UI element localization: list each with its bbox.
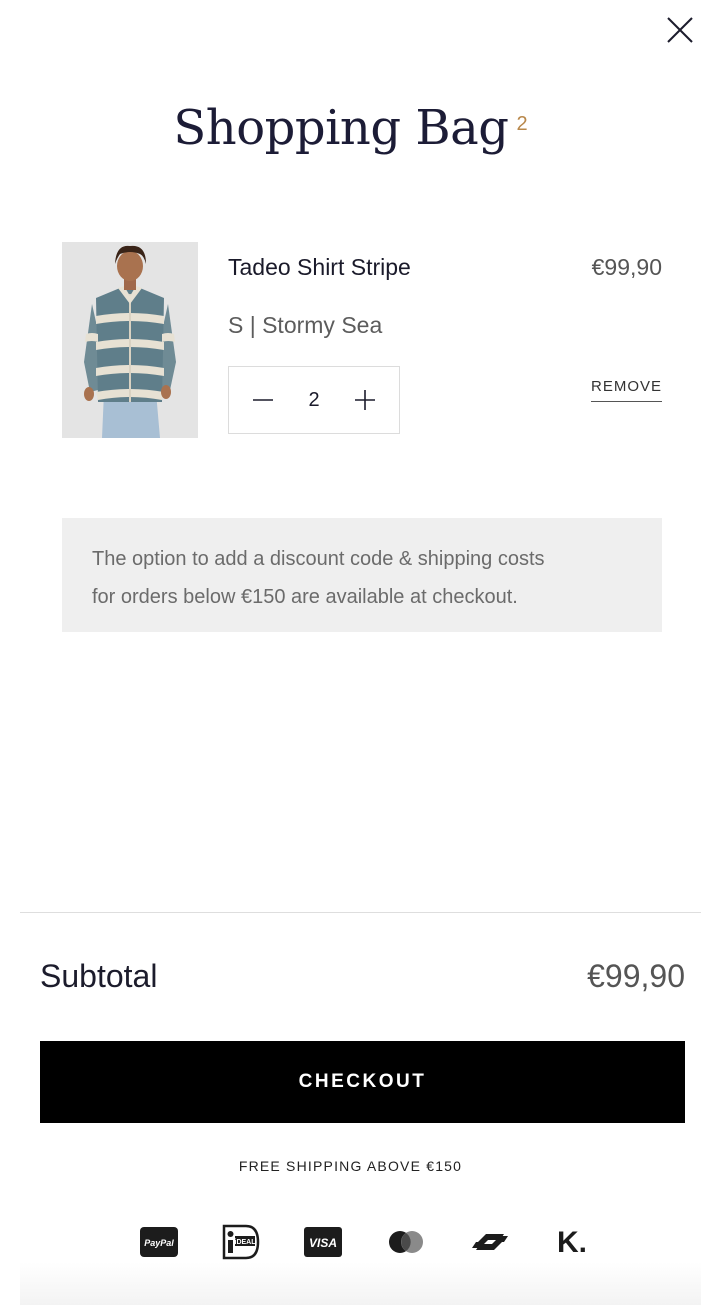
decrease-quantity-button[interactable] (251, 388, 275, 412)
page-title: Shopping Bag 2 (0, 100, 701, 156)
bancontact-icon (470, 1220, 510, 1264)
discount-notice: The option to add a discount code & ship… (62, 518, 662, 632)
product-price: €99,90 (591, 254, 662, 280)
visa-icon: VISA (304, 1220, 342, 1264)
remove-button[interactable]: REMOVE (590, 378, 662, 402)
product-name[interactable]: Tadeo Shirt Stripe (228, 254, 411, 281)
increase-quantity-button[interactable] (353, 388, 377, 412)
paypal-label: PayPal (144, 1238, 174, 1248)
ideal-icon: iDEAL (222, 1220, 260, 1264)
quantity-value: 2 (308, 388, 320, 411)
visa-label: VISA (309, 1236, 337, 1250)
subtotal-value: €99,90 (587, 958, 685, 994)
payment-methods: PayPal iDEAL VISA K. (140, 1220, 590, 1264)
cart-item: Tadeo Shirt Stripe €99,90 S | Stormy Sea… (62, 242, 662, 438)
close-icon (667, 17, 693, 43)
klarna-label: K. (557, 1226, 587, 1259)
bottom-fade (20, 1262, 701, 1305)
item-count-badge: 2 (516, 112, 528, 135)
quantity-stepper: 2 (228, 366, 400, 434)
notice-line-2: for orders below €150 are available at c… (92, 586, 518, 608)
subtotal-label: Subtotal (40, 958, 158, 994)
ideal-label: iDEAL (235, 1239, 257, 1246)
free-shipping-note: FREE SHIPPING ABOVE €150 (238, 1158, 463, 1174)
plus-icon (355, 390, 375, 410)
paypal-icon: PayPal (140, 1220, 178, 1264)
notice-line-1: The option to add a discount code & ship… (92, 548, 545, 570)
title-text: Shopping Bag (173, 100, 509, 156)
klarna-icon: K. (554, 1220, 590, 1264)
product-image[interactable] (62, 242, 198, 438)
divider (20, 912, 701, 913)
mastercard-icon (386, 1220, 426, 1264)
close-button[interactable] (662, 12, 698, 48)
checkout-button[interactable]: CHECKOUT (40, 1041, 685, 1123)
minus-icon (253, 399, 273, 401)
product-variant: S | Stormy Sea (228, 312, 383, 338)
